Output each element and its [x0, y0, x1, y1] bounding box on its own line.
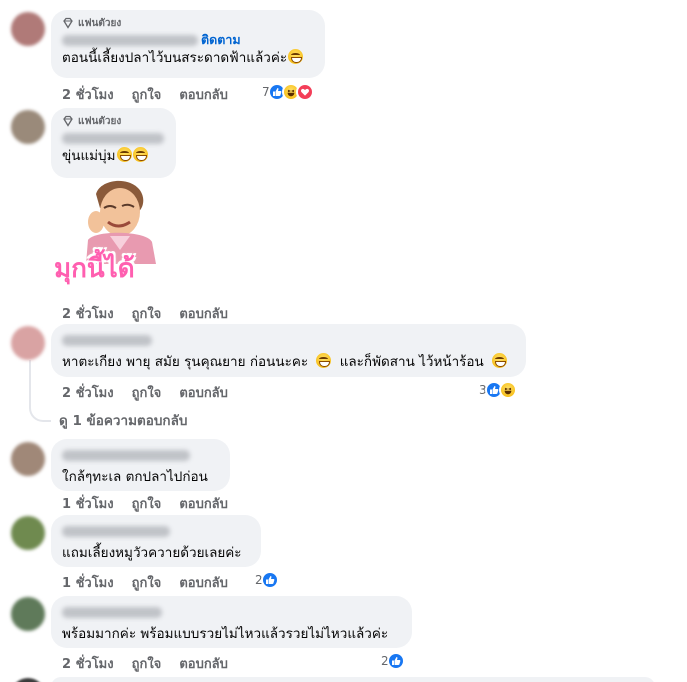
view-replies-link[interactable]: ดู 1 ข้อความตอบกลับ [59, 409, 187, 431]
commenter-name[interactable] [62, 334, 152, 346]
avatar[interactable] [11, 326, 45, 360]
timestamp[interactable]: 2 ชั่วโมง [62, 303, 114, 324]
avatar[interactable] [11, 12, 45, 46]
comment-actions: 2 ชั่วโมง ถูกใจ ตอบกลับ [62, 303, 228, 324]
next-comment-bubble-cutoff [51, 677, 655, 682]
timestamp[interactable]: 2 ชั่วโมง [62, 84, 114, 105]
like-button[interactable]: ถูกใจ [132, 572, 162, 593]
comment-actions: 1 ชั่วโมง ถูกใจ ตอบกลับ [62, 493, 228, 514]
like-icon [386, 652, 405, 670]
top-fan-badge: แฟนตัวยง [62, 16, 313, 30]
comment-actions: 2 ชั่วโมง ถูกใจ ตอบกลับ [62, 84, 228, 105]
grin-emoji-icon [116, 147, 132, 162]
reply-button[interactable]: ตอบกลับ [179, 653, 228, 674]
rofl-emoji-icon [288, 49, 304, 64]
comment-text: หาตะเกียง พายุ สมัย รุนคุณยาย ก่อนนะคะ แ… [62, 353, 514, 371]
reply-button[interactable]: ตอบกลับ [179, 382, 228, 403]
comment-text: ตอนนี้เลี้ยงปลาไว้บนสระดาดฟ้าแล้วค่ะ [62, 49, 313, 67]
timestamp[interactable]: 2 ชั่วโมง [62, 382, 114, 403]
sticker[interactable]: มุกนี้ได้ [52, 178, 170, 288]
like-button[interactable]: ถูกใจ [132, 382, 162, 403]
reply-button[interactable]: ตอบกลับ [179, 84, 228, 105]
top-fan-badge: แฟนตัวยง [62, 114, 164, 128]
comment-bubble: แฟนตัวยง ขุ่นแม่บุ่ม [51, 108, 176, 178]
avatar[interactable] [11, 516, 45, 550]
comment-bubble: แฟนตัวยง ติดตาม ตอนนี้เลี้ยงปลาไว้บนสระด… [51, 10, 325, 78]
avatar[interactable] [11, 110, 45, 144]
follow-button[interactable]: ติดตาม [201, 30, 241, 50]
comment-text: ขุ่นแม่บุ่ม [62, 147, 164, 165]
comment-text: แถมเลี้ยงหมูวัวควายด้วยเลยค่ะ [62, 545, 242, 561]
like-icon [260, 571, 279, 589]
comment-actions: 1 ชั่วโมง ถูกใจ ตอบกลับ [62, 572, 228, 593]
like-button[interactable]: ถูกใจ [132, 653, 162, 674]
like-button[interactable]: ถูกใจ [132, 493, 162, 514]
reaction-summary[interactable]: 2 [381, 652, 405, 670]
haha-icon [498, 381, 517, 399]
comment-bubble: ใกล้ๆทะเล ตกปลาไปก่อน [51, 439, 230, 491]
reaction-summary[interactable]: 2 [255, 571, 279, 589]
comment-bubble: แถมเลี้ยงหมูวัวควายด้วยเลยค่ะ [51, 515, 261, 567]
grin-emoji-icon [492, 353, 508, 368]
comment-bubble: หาตะเกียง พายุ สมัย รุนคุณยาย ก่อนนะคะ แ… [51, 324, 526, 377]
badge-label: แฟนตัวยง [78, 115, 122, 127]
reply-button[interactable]: ตอบกลับ [179, 572, 228, 593]
comment-text: พร้อมมากค่ะ พร้อมแบบรวยไม่ไหวแล้วรวยไม่ไ… [62, 626, 389, 642]
sticker-caption: มุกนี้ได้ [54, 254, 135, 284]
comment-text: ใกล้ๆทะเล ตกปลาไปก่อน [62, 469, 208, 485]
reaction-summary[interactable]: 3 [479, 381, 517, 399]
like-button[interactable]: ถูกใจ [132, 303, 162, 324]
timestamp[interactable]: 1 ชั่วโมง [62, 493, 114, 514]
commenter-name[interactable] [62, 525, 170, 537]
like-button[interactable]: ถูกใจ [132, 84, 162, 105]
love-icon [295, 83, 314, 101]
commenter-name[interactable] [62, 132, 164, 144]
commenter-name[interactable] [62, 606, 162, 618]
commenter-name[interactable] [62, 449, 190, 461]
previous-comment-actions-cutoff: · · · · · · · · · · · · · · · · [62, 0, 209, 4]
commenter-name[interactable] [62, 34, 198, 46]
reaction-summary[interactable]: 7 [262, 83, 314, 101]
badge-label: แฟนตัวยง [78, 17, 122, 29]
timestamp[interactable]: 2 ชั่วโมง [62, 653, 114, 674]
diamond-icon [63, 115, 73, 127]
grin-sweat-emoji-icon [316, 353, 332, 368]
timestamp[interactable]: 1 ชั่วโมง [62, 572, 114, 593]
avatar[interactable] [11, 678, 45, 682]
avatar[interactable] [11, 442, 45, 476]
reply-thread-line [29, 360, 51, 422]
comment-actions: 2 ชั่วโมง ถูกใจ ตอบกลับ [62, 653, 228, 674]
reply-button[interactable]: ตอบกลับ [179, 303, 228, 324]
grin-emoji-icon [132, 147, 148, 162]
diamond-icon [63, 17, 73, 29]
avatar[interactable] [11, 597, 45, 631]
reply-button[interactable]: ตอบกลับ [179, 493, 228, 514]
comment-actions: 2 ชั่วโมง ถูกใจ ตอบกลับ [62, 382, 228, 403]
comment-bubble: พร้อมมากค่ะ พร้อมแบบรวยไม่ไหวแล้วรวยไม่ไ… [51, 596, 412, 648]
